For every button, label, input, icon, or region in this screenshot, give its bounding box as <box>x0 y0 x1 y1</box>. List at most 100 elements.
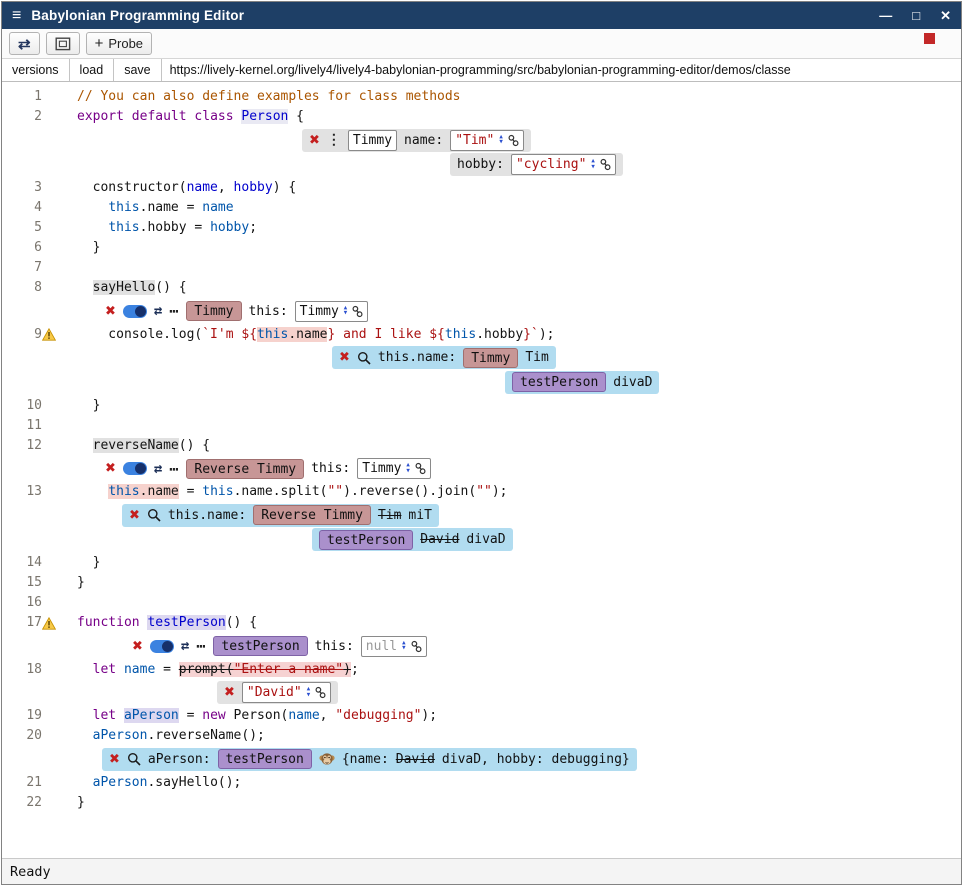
remove-widget-button[interactable]: ✖ <box>105 304 116 319</box>
code-token[interactable] <box>77 484 108 499</box>
example-badge[interactable]: Reverse Timmy <box>253 505 371 525</box>
code-token[interactable]: `I'm ${ <box>202 327 257 342</box>
example-badge[interactable]: testPerson <box>512 372 606 392</box>
code-token[interactable]: testPerson <box>147 615 225 630</box>
remove-widget-button[interactable]: ✖ <box>309 133 320 148</box>
remove-widget-button[interactable]: ✖ <box>129 508 140 523</box>
activate-toggle[interactable] <box>123 305 147 318</box>
spinner-icon[interactable]: ▴▾ <box>306 687 311 698</box>
drag-handle-icon[interactable]: ⋮ <box>327 132 341 148</box>
remove-widget-button[interactable]: ✖ <box>339 350 350 365</box>
link-icon[interactable] <box>352 305 363 318</box>
example-name-input[interactable]: Timmy <box>348 130 397 151</box>
minimize-button[interactable]: — <box>879 8 892 23</box>
code-token[interactable]: let <box>93 708 116 723</box>
code-text[interactable]: console.log(`I'm ${this.name} and I like… <box>64 325 554 345</box>
example-badge[interactable]: testPerson <box>218 749 312 769</box>
code-token[interactable]: Person( <box>226 708 289 723</box>
code-token[interactable]: ) { <box>273 180 296 195</box>
context-select[interactable]: Timmy▴▾ <box>295 301 369 322</box>
code-token[interactable]: } <box>77 555 100 570</box>
menu-icon[interactable]: ≡ <box>12 7 21 25</box>
value-input[interactable]: "Tim"▴▾ <box>450 130 524 151</box>
code-text[interactable]: aPerson.sayHello(); <box>64 773 241 793</box>
maximize-button[interactable]: □ <box>912 8 920 23</box>
code-token[interactable]: .name.split( <box>234 484 328 499</box>
remove-widget-button[interactable]: ✖ <box>132 639 143 654</box>
link-icon[interactable] <box>508 134 519 147</box>
more-options-button[interactable]: ⋯ <box>196 637 206 655</box>
code-token[interactable]: name <box>202 200 233 215</box>
code-token[interactable]: "" <box>327 484 343 499</box>
code-token[interactable] <box>77 728 93 743</box>
code-token[interactable]: .hobby = <box>140 220 210 235</box>
code-token[interactable]: = <box>179 708 202 723</box>
code-text[interactable]: sayHello() { <box>64 278 187 298</box>
spinner-icon[interactable]: ▴▾ <box>405 463 410 474</box>
code-token[interactable]: "Enter a name" <box>234 662 344 677</box>
code-token[interactable] <box>124 109 132 124</box>
code-token[interactable] <box>77 708 93 723</box>
activate-toggle[interactable] <box>123 462 147 475</box>
code-text[interactable]: } <box>64 573 85 593</box>
example-badge[interactable]: Timmy <box>463 348 518 368</box>
load-button[interactable]: load <box>70 59 115 81</box>
value-input[interactable]: "cycling"▴▾ <box>511 154 616 175</box>
link-icon[interactable] <box>315 686 326 699</box>
example-badge[interactable]: testPerson <box>213 636 307 656</box>
switch-example-icon[interactable]: ⇄ <box>154 303 162 319</box>
code-text[interactable]: } <box>64 793 85 813</box>
code-text[interactable]: reverseName() { <box>64 436 210 456</box>
example-badge[interactable]: Timmy <box>186 301 241 321</box>
code-text[interactable]: aPerson.reverseName(); <box>64 726 265 746</box>
code-text[interactable]: let aPerson = new Person(name, "debuggin… <box>64 706 437 726</box>
code-token[interactable]: "" <box>476 484 492 499</box>
code-token[interactable]: name <box>187 180 218 195</box>
code-text[interactable] <box>64 258 77 278</box>
code-token[interactable]: { <box>288 109 304 124</box>
code-text[interactable]: } <box>64 396 100 416</box>
code-token[interactable]: console.log( <box>77 327 202 342</box>
code-token[interactable]: .hobby <box>476 327 523 342</box>
remove-widget-button[interactable]: ✖ <box>224 685 235 700</box>
example-badge[interactable]: testPerson <box>319 530 413 550</box>
code-token[interactable]: constructor( <box>77 180 187 195</box>
code-token[interactable]: } <box>77 795 85 810</box>
code-token[interactable]: aPerson <box>124 708 179 723</box>
code-token[interactable]: .name <box>288 327 327 342</box>
code-token[interactable]: } and I like ${ <box>327 327 444 342</box>
code-token[interactable] <box>77 220 108 235</box>
code-text[interactable]: } <box>64 553 100 573</box>
remove-widget-button[interactable]: ✖ <box>109 752 120 767</box>
code-token[interactable]: ; <box>351 662 359 677</box>
add-probe-button[interactable]: + Probe <box>86 32 152 55</box>
code-text[interactable]: // You can also define examples for clas… <box>64 87 461 107</box>
code-token[interactable]: ); <box>492 484 508 499</box>
code-token[interactable]: () { <box>226 615 257 630</box>
code-text[interactable]: function testPerson() { <box>64 613 257 633</box>
code-token[interactable]: = <box>179 484 202 499</box>
code-token[interactable]: , <box>218 180 234 195</box>
context-select[interactable]: Timmy▴▾ <box>357 458 431 479</box>
code-token[interactable]: .name = <box>140 200 203 215</box>
code-text[interactable]: this.name = name <box>64 198 234 218</box>
code-token[interactable]: aPerson <box>93 728 148 743</box>
code-text[interactable] <box>64 593 77 613</box>
code-token[interactable]: this <box>257 327 288 342</box>
link-icon[interactable] <box>415 462 426 475</box>
code-token[interactable]: hobby <box>234 180 273 195</box>
notification-indicator[interactable] <box>924 33 935 44</box>
code-token[interactable]: ).reverse().join( <box>343 484 476 499</box>
link-icon[interactable] <box>411 640 422 653</box>
code-token[interactable]: let <box>93 662 116 677</box>
code-text[interactable]: constructor(name, hobby) { <box>64 178 296 198</box>
code-token[interactable]: this <box>108 220 139 235</box>
code-token[interactable] <box>77 662 93 677</box>
code-token[interactable]: this <box>108 484 139 499</box>
code-token[interactable]: }` <box>523 327 539 342</box>
remove-widget-button[interactable]: ✖ <box>105 461 116 476</box>
code-token[interactable]: ); <box>539 327 555 342</box>
code-token[interactable]: class <box>194 109 233 124</box>
code-token[interactable]: } <box>77 240 100 255</box>
code-token[interactable]: ); <box>421 708 437 723</box>
